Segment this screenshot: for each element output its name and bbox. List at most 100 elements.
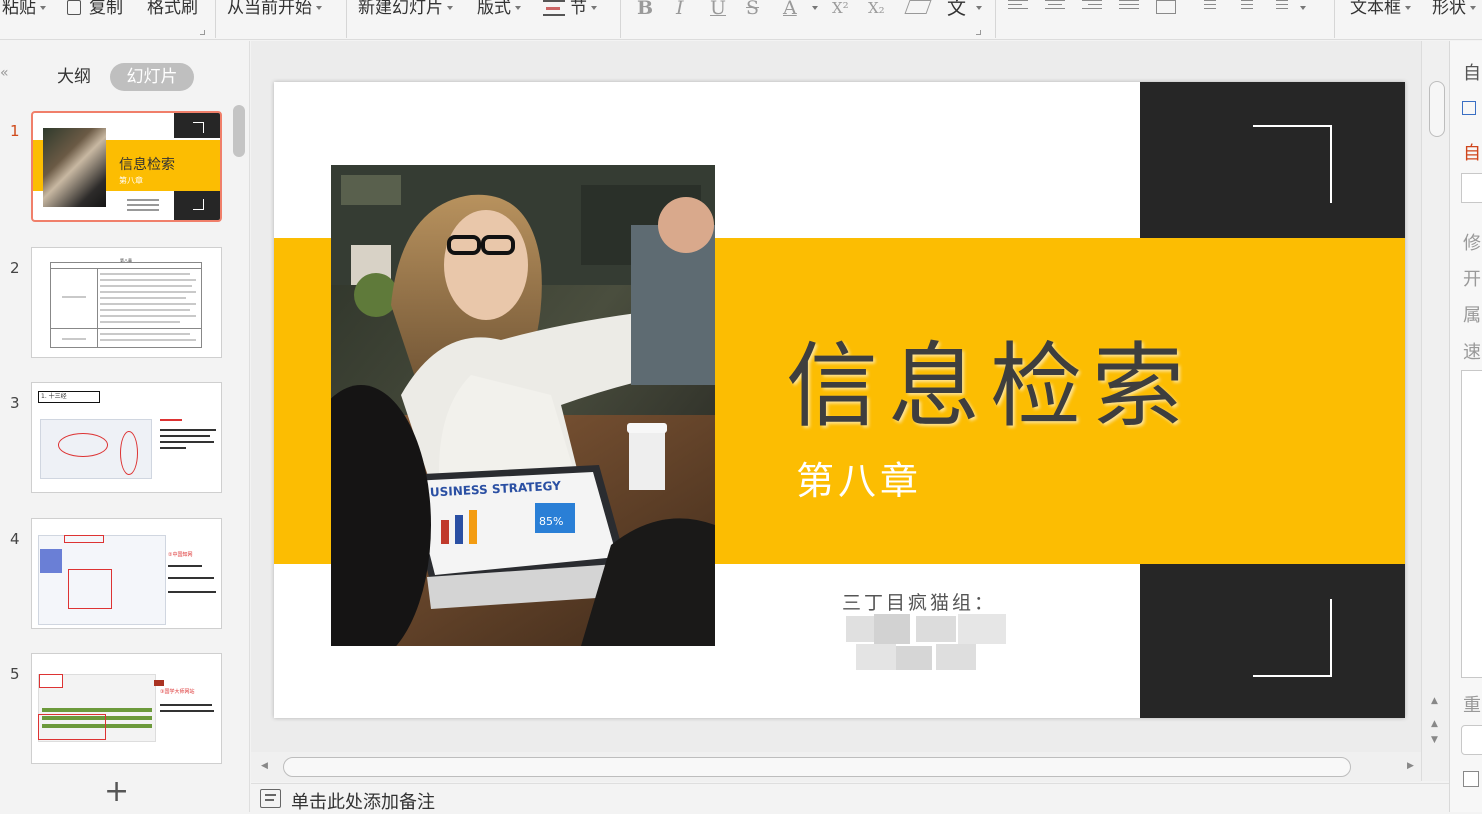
underline-icon[interactable]: U <box>710 0 726 18</box>
subscript-icon[interactable]: X₂ <box>868 0 885 16</box>
format-painter-button[interactable]: 格式刷 <box>147 0 198 18</box>
align-left-icon[interactable] <box>1008 0 1028 14</box>
thumbnail-note: ②中国知网 <box>168 552 193 558</box>
scroll-left-icon[interactable]: ◀ <box>261 761 268 771</box>
bold-icon[interactable]: B <box>637 0 653 18</box>
scroll-up-icon[interactable]: ▲ <box>1431 696 1438 706</box>
corner-bracket <box>1253 599 1332 677</box>
slide-photo[interactable]: BUSINESS STRATEGY 85% <box>331 165 715 646</box>
scroll-page-up-icon[interactable]: ▲ <box>1431 719 1438 729</box>
copy-label: 复制 <box>89 0 123 18</box>
notes-icon <box>260 789 281 808</box>
textbox-button[interactable]: 文本框 <box>1350 0 1411 18</box>
from-current-label: 从当前开始 <box>227 0 312 18</box>
strikethrough-icon[interactable]: S <box>746 0 759 18</box>
thumbnail-note: ③国学大师网站 <box>160 689 195 695</box>
slide-title[interactable]: 信息检索 <box>786 312 1194 445</box>
tab-outline[interactable]: 大纲 <box>50 63 98 91</box>
separator <box>215 0 216 38</box>
layout-button[interactable]: 版式 <box>477 0 521 18</box>
pane-label[interactable]: 自 <box>1463 139 1481 165</box>
horizontal-scrollbar-thumb[interactable] <box>283 757 1351 777</box>
pane-label: 开 <box>1463 269 1481 290</box>
superscript-icon[interactable]: X² <box>832 0 849 16</box>
search-field[interactable] <box>1461 725 1482 755</box>
thumbnail-heading: 1. 十三经 <box>38 391 100 403</box>
shape-label: 形状 <box>1432 0 1466 18</box>
slide-thumbnail-2[interactable]: 第八章 <box>31 247 222 358</box>
chevron-down-icon <box>1405 6 1411 10</box>
slide-number: 1 <box>10 122 20 140</box>
slide-thumbnail-5[interactable]: ③国学大师网站 <box>31 653 222 764</box>
pane-label: 速 <box>1463 342 1481 363</box>
slide-author[interactable]: 三丁目疯猫组： <box>842 588 996 615</box>
separator <box>1334 0 1335 38</box>
section-icon <box>543 0 565 16</box>
thumbnail-title: 信息检索 <box>119 157 175 173</box>
slide-canvas[interactable]: BUSINESS STRATEGY 85% 信息检索 第八章 三丁目疯猫组： <box>274 82 1405 718</box>
align-center-icon[interactable] <box>1045 0 1065 14</box>
font-color-icon[interactable]: A <box>783 0 797 18</box>
notes-bar[interactable]: 单击此处添加备注 <box>251 783 1449 814</box>
shape-button[interactable]: 形状 <box>1432 0 1476 18</box>
ribbon-toolbar: 粘贴 复制 格式刷 从当前开始 新建幻灯片 版式 节 B I U S A X² … <box>0 0 1482 40</box>
from-current-slide-button[interactable]: 从当前开始 <box>227 0 322 18</box>
horizontal-scrollbar[interactable]: ◀ ▶ <box>251 752 1421 782</box>
section-button[interactable]: 节 <box>543 0 597 18</box>
format-painter-label: 格式刷 <box>147 0 198 18</box>
chevron-down-icon <box>316 6 322 10</box>
collapse-panel-icon[interactable]: « <box>0 65 9 81</box>
justify-icon[interactable] <box>1119 0 1139 14</box>
vertical-scrollbar-thumb[interactable] <box>1429 81 1445 137</box>
paste-label: 粘贴 <box>2 0 36 18</box>
thumbnail-photo <box>43 128 106 207</box>
pane-label: 重 <box>1463 695 1481 716</box>
section-label: 节 <box>570 0 587 18</box>
phonetic-guide-icon[interactable]: 文 <box>947 0 966 18</box>
paste-button[interactable]: 粘贴 <box>2 0 46 18</box>
slide-number: 2 <box>10 259 20 277</box>
slide-subtitle[interactable]: 第八章 <box>796 450 922 505</box>
chevron-down-icon[interactable] <box>1300 6 1306 10</box>
pane-label: 修 <box>1463 233 1481 254</box>
redacted-names <box>846 614 1006 672</box>
animation-icon[interactable] <box>1462 101 1476 115</box>
copy-icon <box>67 0 81 15</box>
slide-thumbnail-3[interactable]: 1. 十三经 <box>31 382 222 493</box>
slide-thumbnail-panel: « 大纲 幻灯片 1 信息检索 第八章 2 第八章 3 1. 十三经 4 ②中国… <box>0 41 250 812</box>
new-slide-button[interactable]: 新建幻灯片 <box>358 0 453 18</box>
checkbox[interactable] <box>1463 771 1479 787</box>
chevron-down-icon <box>40 6 46 10</box>
italic-icon[interactable]: I <box>676 0 684 18</box>
clear-format-icon[interactable] <box>904 0 932 14</box>
edit-field[interactable] <box>1461 173 1482 203</box>
decrease-indent-icon[interactable] <box>1196 0 1216 14</box>
chevron-down-icon <box>591 6 597 10</box>
line-spacing-icon[interactable] <box>1268 0 1288 14</box>
copy-button[interactable]: 复制 <box>67 0 123 18</box>
slide-thumbnail-4[interactable]: ②中国知网 <box>31 518 222 629</box>
chevron-down-icon <box>447 6 453 10</box>
pane-label: 自 <box>1463 63 1481 84</box>
align-right-icon[interactable] <box>1082 0 1102 14</box>
add-slide-icon[interactable]: + <box>104 777 129 807</box>
scroll-right-icon[interactable]: ▶ <box>1407 761 1414 771</box>
notes-placeholder[interactable]: 单击此处添加备注 <box>291 788 435 814</box>
pane-label: 属 <box>1463 305 1481 326</box>
tab-slides[interactable]: 幻灯片 <box>110 63 194 91</box>
chevron-down-icon[interactable] <box>812 6 818 10</box>
increase-indent-icon[interactable] <box>1233 0 1253 14</box>
vertical-scrollbar[interactable]: ▲ ▲ ▼ <box>1421 41 1449 781</box>
thumbnail-scrollbar[interactable] <box>233 105 245 157</box>
chevron-down-icon[interactable] <box>976 6 982 10</box>
dialog-launcher-icon[interactable] <box>976 30 981 35</box>
animation-list[interactable] <box>1461 370 1482 678</box>
slide-thumbnail-1[interactable]: 信息检索 第八章 <box>31 111 222 222</box>
dialog-launcher-icon[interactable] <box>200 30 205 35</box>
scroll-page-down-icon[interactable]: ▼ <box>1431 735 1438 745</box>
corner-bracket <box>1253 125 1332 203</box>
right-task-pane: 自 自 修 开 属 速 重 <box>1449 41 1482 812</box>
chevron-down-icon <box>1470 6 1476 10</box>
distributed-icon[interactable] <box>1156 0 1176 14</box>
photo-percent: 85% <box>539 515 563 528</box>
